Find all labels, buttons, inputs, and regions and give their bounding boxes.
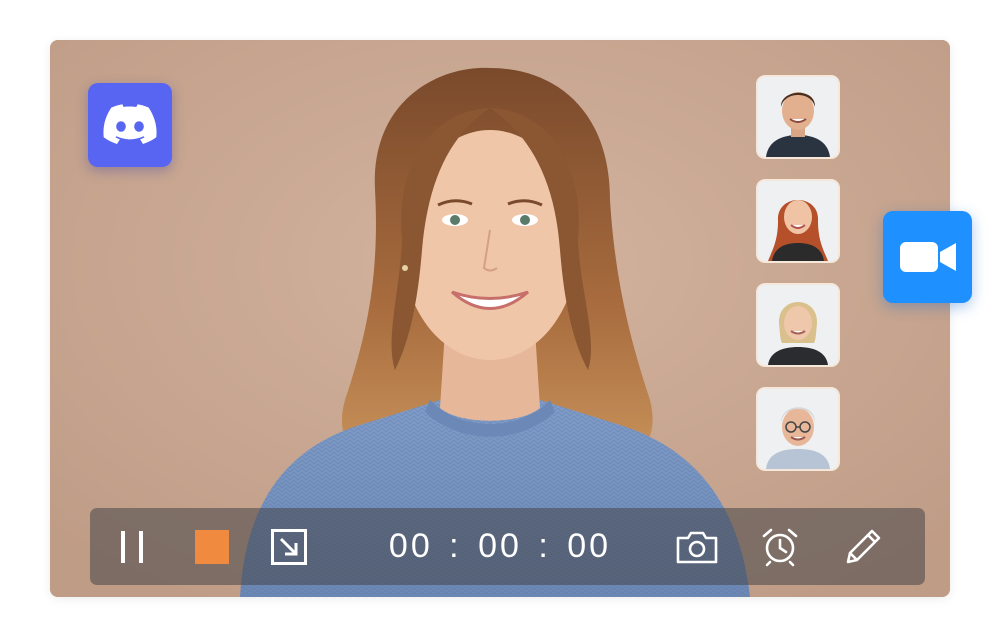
recording-control-bar: 00 : 00 : 00 (90, 508, 925, 585)
alarm-clock-icon (762, 528, 798, 566)
participant-blonde-woman-avatar (758, 285, 838, 365)
camera-icon (676, 531, 718, 563)
annotate-button[interactable] (838, 508, 888, 585)
participant-thumbnail-1[interactable] (756, 75, 840, 159)
participant-redhead-woman-avatar (758, 181, 838, 261)
recording-timer: 00 : 00 : 00 (388, 527, 612, 565)
screenshot-button[interactable] (672, 508, 722, 585)
discord-logo-icon (88, 83, 172, 167)
pause-icon (121, 530, 143, 563)
pause-button[interactable] (108, 508, 156, 585)
participant-thumbnail-4[interactable] (756, 387, 840, 471)
discord-glyph (103, 104, 157, 144)
pencil-icon (846, 529, 881, 563)
schedule-button[interactable] (755, 508, 805, 585)
participant-man-avatar (758, 77, 838, 157)
video-camera-button[interactable] (883, 211, 972, 303)
participant-thumbnail-2[interactable] (756, 179, 840, 263)
participant-older-man-avatar (758, 389, 838, 469)
stop-button[interactable] (188, 508, 236, 585)
resize-icon (271, 528, 307, 565)
resize-button[interactable] (265, 508, 313, 585)
participant-thumbnail-3[interactable] (756, 283, 840, 367)
stop-icon (195, 529, 229, 564)
video-camera-icon (899, 242, 956, 272)
